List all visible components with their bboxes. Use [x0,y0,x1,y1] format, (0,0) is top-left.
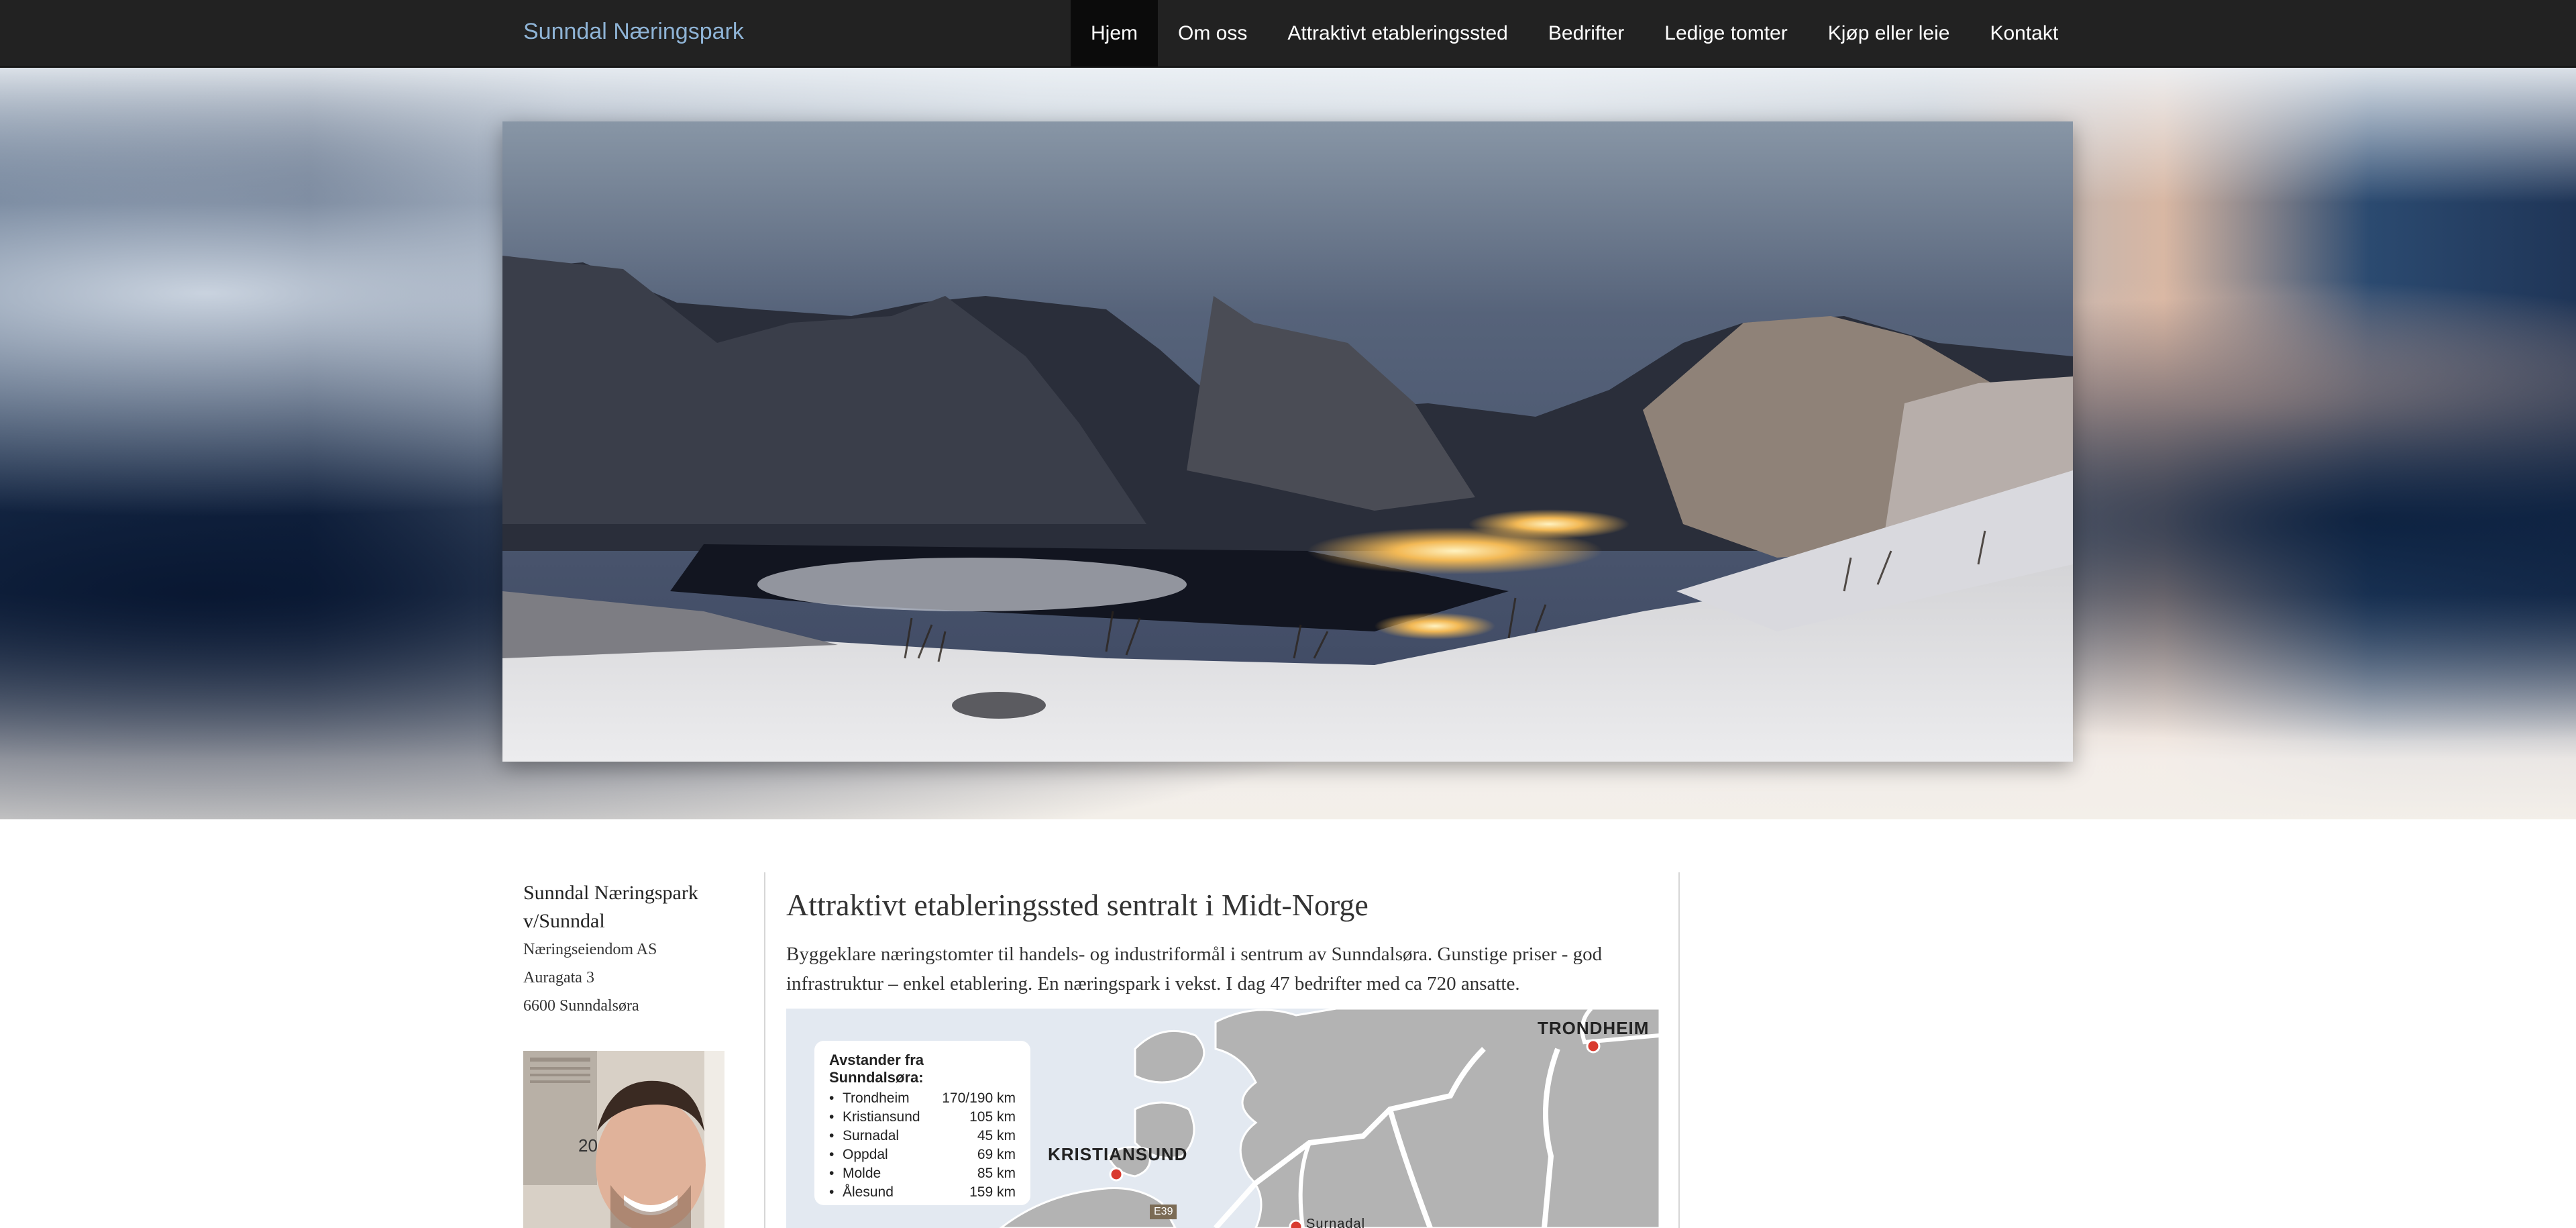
distance-row: • Surnadal 45 km [829,1127,1016,1145]
page-headline: Attraktivt etableringssted sentralt i Mi… [786,888,1368,922]
postal-address: 6600 Sunndalsøra [523,997,639,1015]
distance-row: • Ålesund 159 km [829,1183,1016,1202]
nav-item-kjop-eller-leie[interactable]: Kjøp eller leie [1808,0,1970,66]
hero-landscape-photo [502,121,2073,762]
distance-row: • Oppdal 69 km [829,1145,1016,1164]
nav-item-ledige-tomter[interactable]: Ledige tomter [1644,0,1807,66]
calendar-year-text: 20 [578,1135,598,1156]
company-name-line1: Sunndal Næringspark [523,882,698,904]
distance-value: 69 km [977,1147,1016,1162]
distance-row: • Molde 85 km [829,1164,1016,1183]
distance-name: Trondheim [843,1090,910,1106]
contact-sidebar: Sunndal Næringspark v/Sunndal Næringseie… [523,879,751,1228]
street-address: Auragata 3 [523,969,594,986]
road-sign-e39: E39 [1150,1205,1177,1219]
nav-item-attraktivt-etableringssted[interactable]: Attraktivt etableringssted [1267,0,1528,66]
top-navbar: Sunndal Næringspark Hjem Om oss Attrakti… [0,0,2576,68]
trondheim-dot [1586,1039,1601,1054]
city-label-surnadal: Surnadal [1306,1217,1366,1228]
distance-name: Kristiansund [843,1109,920,1125]
nav-item-kontakt[interactable]: Kontakt [1970,0,2078,66]
region-map: Avstander fra Sunndalsøra: • Trondheim 170… [786,1009,1660,1228]
distance-value: 170/190 km [942,1090,1016,1106]
distance-value: 159 km [969,1184,1016,1200]
main-content: Attraktivt etableringssted sentralt i Mi… [786,884,1658,999]
city-label-trondheim: TRONDHEIM [1538,1018,1650,1038]
distance-value: 105 km [969,1109,1016,1125]
distance-name: Surnadal [843,1128,900,1143]
company-name-line2: v/Sunndal [523,910,605,932]
distance-row: • Kristiansund 105 km [829,1108,1016,1127]
surnadal-dot [1289,1219,1303,1228]
company-name-line3: Næringseiendom AS [523,941,657,958]
distance-name: Ålesund [843,1184,894,1200]
hero-banner [0,68,2576,819]
sidebar-divider [764,872,765,1228]
distance-name: Molde [843,1166,881,1181]
nav-item-hjem[interactable]: Hjem [1071,0,1159,66]
distance-row: • Trondheim 170/190 km [829,1089,1016,1108]
distance-value: 85 km [977,1166,1016,1181]
city-label-kristiansund: KRISTIANSUND [1048,1144,1188,1164]
nav-item-bedrifter[interactable]: Bedrifter [1528,0,1644,66]
distance-title: Avstander fra Sunndalsøra: [829,1052,924,1086]
content-divider [1678,872,1680,1228]
distance-value: 45 km [977,1128,1016,1143]
distance-legend-box: Avstander fra Sunndalsøra: • Trondheim 170… [814,1041,1030,1205]
distance-name: Oppdal [843,1147,888,1162]
kristiansund-dot [1109,1167,1124,1182]
site-brand[interactable]: Sunndal Næringspark [523,19,744,45]
nav-item-om-oss[interactable]: Om oss [1158,0,1267,66]
intro-paragraph: Byggeklare næringstomter til handels- og… [786,943,1603,994]
contact-portrait-photo: 20 [523,1051,724,1228]
main-nav: Hjem Om oss Attraktivt etableringssted B… [1071,0,2078,66]
